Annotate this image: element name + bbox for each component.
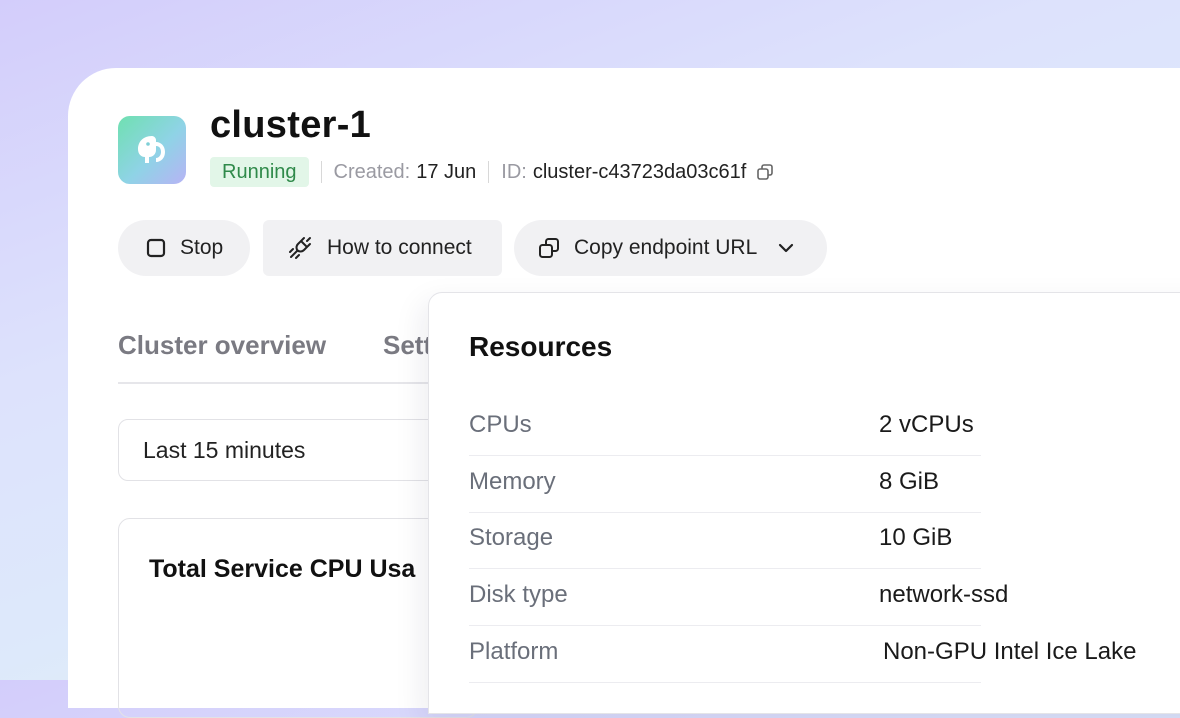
resource-key: CPUs bbox=[469, 411, 532, 438]
resource-key: Storage bbox=[469, 524, 554, 551]
chevron-down-icon[interactable] bbox=[777, 239, 795, 257]
page-title: cluster-1 bbox=[210, 104, 372, 146]
meta-divider bbox=[488, 161, 490, 183]
id-value: cluster-c43723da03c61f bbox=[532, 160, 747, 183]
resource-value: 10 GiB bbox=[879, 524, 953, 551]
resource-row-disk-type: Disk type network-ssd bbox=[469, 569, 1008, 626]
resource-key: Platform bbox=[469, 638, 559, 665]
how-to-connect-label: How to connect bbox=[327, 236, 472, 259]
time-range-select[interactable]: Last 15 minutes bbox=[118, 419, 478, 481]
resources-popover: Resources CPUs 2 vCPUs Memory 8 GiB Stor… bbox=[428, 292, 1180, 714]
chart-title: Total Service CPU Usa bbox=[149, 555, 416, 583]
copy-id-icon[interactable] bbox=[756, 163, 774, 181]
id-label: ID: bbox=[501, 160, 527, 183]
resource-value: network-ssd bbox=[879, 581, 1009, 608]
resources-title: Resources bbox=[469, 331, 613, 362]
cluster-logo-icon bbox=[118, 116, 186, 184]
plug-icon bbox=[289, 237, 311, 259]
created-label: Created: bbox=[333, 160, 411, 183]
resource-key: Memory bbox=[469, 468, 556, 495]
status-badge: Running bbox=[210, 157, 309, 187]
cpu-usage-chart-card: Total Service CPU Usa bbox=[118, 518, 478, 718]
stop-square-icon bbox=[146, 238, 166, 258]
resource-row-storage: Storage 10 GiB bbox=[469, 512, 981, 569]
stop-button[interactable]: Stop bbox=[118, 220, 250, 276]
resource-key: Disk type bbox=[469, 581, 568, 608]
resource-value: Non-GPU Intel Ice Lake bbox=[883, 638, 1137, 665]
created-value: 17 Jun bbox=[416, 160, 477, 183]
stop-label: Stop bbox=[180, 236, 224, 259]
resource-value: 2 vCPUs bbox=[879, 411, 974, 438]
tab-bar: Cluster overview Sett bbox=[118, 330, 448, 384]
resource-row-cpus: CPUs 2 vCPUs bbox=[469, 399, 981, 456]
copy-icon bbox=[539, 238, 559, 258]
tab-settings[interactable]: Sett bbox=[383, 330, 432, 361]
resource-value: 8 GiB bbox=[879, 468, 940, 495]
tab-cluster-overview[interactable]: Cluster overview bbox=[118, 330, 326, 361]
cluster-meta: Running Created: 17 Jun ID: cluster-c437… bbox=[210, 156, 774, 188]
resource-row-memory: Memory 8 GiB bbox=[469, 456, 981, 513]
how-to-connect-button[interactable]: How to connect bbox=[263, 220, 502, 276]
resource-row-platform: Platform Non-GPU Intel Ice Lake bbox=[469, 626, 1136, 683]
copy-endpoint-url-label: Copy endpoint URL bbox=[574, 236, 758, 259]
copy-endpoint-url-button[interactable]: Copy endpoint URL bbox=[514, 220, 827, 276]
meta-divider bbox=[320, 161, 322, 183]
